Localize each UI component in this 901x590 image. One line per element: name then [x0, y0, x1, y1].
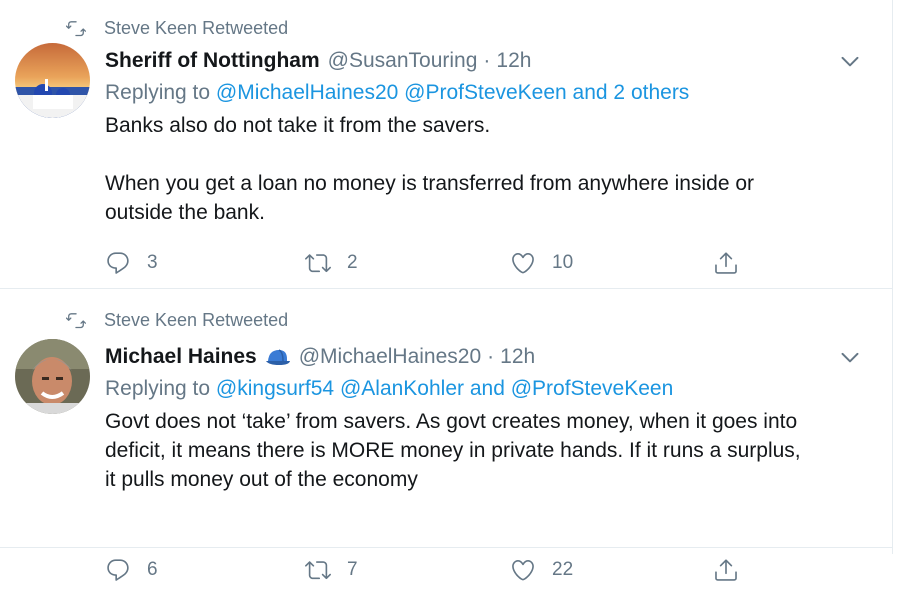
- retweet-icon: [66, 21, 86, 37]
- retweet-icon: [66, 313, 86, 329]
- retweet-count: 2: [347, 252, 358, 273]
- tweet-text-line: [105, 140, 880, 169]
- tweet-actions: 6 7 22: [105, 550, 745, 590]
- avatar[interactable]: [15, 43, 90, 118]
- replying-to: Replying to @kingsurf54 @AlanKohler and …: [105, 373, 880, 405]
- reply-mentions[interactable]: @MichaelHaines20 @ProfSteveKeen and 2 ot…: [216, 81, 689, 104]
- user-handle[interactable]: @SusanTouring: [328, 49, 478, 73]
- retweeted-by-label[interactable]: Steve Keen Retweeted: [104, 18, 288, 39]
- timestamp[interactable]: 12h: [500, 345, 535, 369]
- tweet[interactable]: Steve Keen Retweeted Sheriff of Nottingh…: [0, 0, 892, 289]
- like-button[interactable]: 10: [510, 243, 573, 283]
- retweet-button[interactable]: 2: [305, 243, 358, 283]
- tweet-text-line: it pulls money out of the economy: [105, 468, 418, 491]
- replying-to-label: Replying to: [105, 377, 211, 400]
- display-name[interactable]: Michael Haines: [105, 345, 257, 369]
- like-icon: [512, 559, 534, 581]
- retweet-button[interactable]: 7: [305, 550, 358, 590]
- reply-mentions[interactable]: @kingsurf54 @AlanKohler and @ProfSteveKe…: [216, 377, 673, 400]
- tweet-text-line: Govt does not ‘take’ from savers. As gov…: [105, 410, 798, 433]
- tweet-header: Sheriff of Nottingham @SusanTouring · 12…: [105, 45, 880, 77]
- share-icon: [715, 252, 737, 274]
- share-button[interactable]: [713, 243, 755, 283]
- reply-button[interactable]: 6: [105, 550, 158, 590]
- retweet-context: Steve Keen Retweeted: [66, 308, 288, 332]
- tweet-text-line: deficit, it means there is MORE money in…: [105, 439, 801, 462]
- reply-count: 6: [147, 559, 158, 580]
- display-name[interactable]: Sheriff of Nottingham: [105, 49, 320, 73]
- timestamp[interactable]: 12h: [496, 49, 531, 73]
- more-options-button[interactable]: [838, 345, 862, 369]
- chevron-down-icon: [841, 56, 859, 67]
- timeline: Steve Keen Retweeted Sheriff of Nottingh…: [0, 0, 893, 581]
- reply-count: 3: [147, 252, 158, 273]
- tweet-content: Michael Haines @MichaelHaines20 · 12h Re…: [105, 341, 880, 581]
- tweet-text-line: outside the bank.: [105, 201, 265, 224]
- like-icon: [512, 252, 534, 274]
- share-icon: [715, 559, 737, 581]
- tweet-text-line: When you get a loan no money is transfer…: [105, 172, 755, 195]
- tweet-text-line: Banks also do not take it from the saver…: [105, 114, 491, 137]
- retweet-context: Steve Keen Retweeted: [66, 16, 288, 40]
- tweet-content: Sheriff of Nottingham @SusanTouring · 12…: [105, 45, 880, 274]
- user-handle[interactable]: @MichaelHaines20: [299, 345, 481, 369]
- like-count: 10: [552, 252, 574, 273]
- replying-to-label: Replying to: [105, 81, 211, 104]
- retweet-count: 7: [347, 559, 358, 580]
- tweet-text: Govt does not ‘take’ from savers. As gov…: [105, 407, 880, 494]
- replying-to: Replying to @MichaelHaines20 @ProfSteveK…: [105, 77, 880, 109]
- share-button[interactable]: [713, 550, 755, 590]
- retweeted-by-label[interactable]: Steve Keen Retweeted: [104, 310, 288, 331]
- cap-icon: [265, 349, 290, 365]
- tweet-actions: 3 2 10: [105, 243, 745, 283]
- separator-dot: ·: [483, 49, 491, 72]
- like-button[interactable]: 22: [510, 550, 573, 590]
- reply-button[interactable]: 3: [105, 243, 158, 283]
- chevron-down-icon: [841, 352, 859, 363]
- retweet-icon: [305, 254, 331, 273]
- avatar[interactable]: [15, 339, 90, 414]
- retweet-icon: [305, 561, 331, 580]
- reply-icon: [107, 252, 129, 274]
- separator-dot: ·: [487, 345, 495, 368]
- reply-icon: [107, 559, 129, 581]
- like-count: 22: [552, 559, 574, 580]
- tweet[interactable]: Steve Keen Retweeted Michael Haines @Mic…: [0, 289, 892, 581]
- tweet-header: Michael Haines @MichaelHaines20 · 12h: [105, 341, 880, 373]
- more-options-button[interactable]: [838, 49, 862, 73]
- tweet-text: Banks also do not take it from the saver…: [105, 111, 880, 227]
